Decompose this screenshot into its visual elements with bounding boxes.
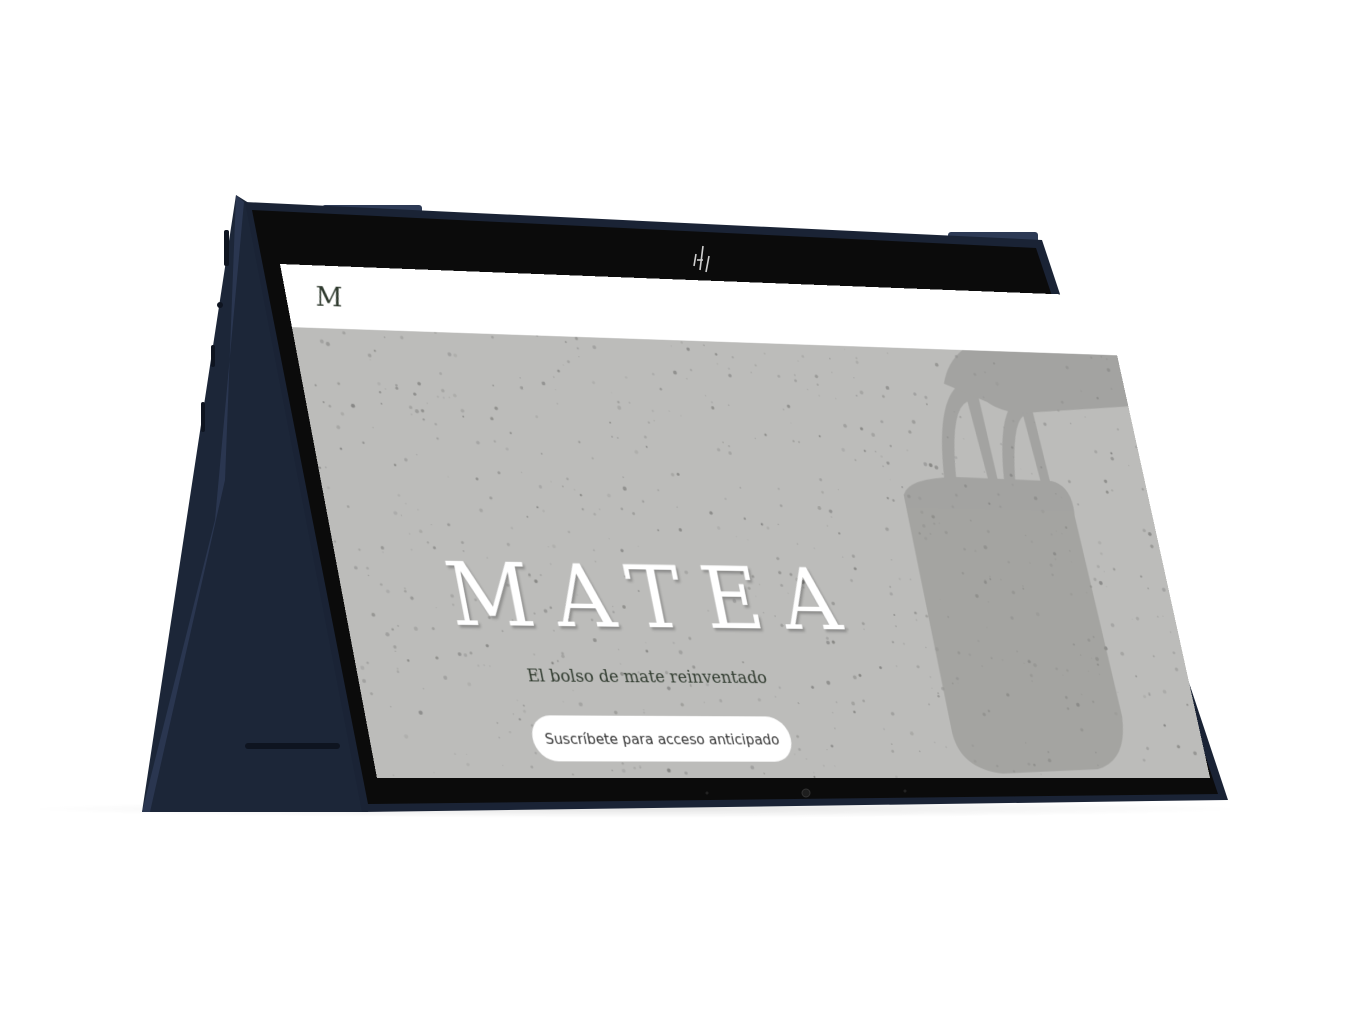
back-panel-vent [245,743,340,749]
sensor-right [903,789,907,793]
hero-title: MATEA [437,543,868,651]
device-mockup-scene: M MATEA El bolso de mate reinventado Sus… [0,0,1357,1018]
webcam-icon [801,788,811,798]
side-port-4 [201,402,205,432]
hero-subtitle: El bolso de mate reinventado [525,665,769,688]
sensor-left [705,791,709,795]
side-port-3 [211,345,215,367]
display-screen: M MATEA El bolso de mate reinventado Sus… [280,264,1211,779]
site-logo[interactable]: M [313,281,344,313]
side-port-2 [217,302,223,308]
website: M MATEA El bolso de mate reinventado Sus… [280,264,1211,779]
side-port-1 [224,230,229,266]
hero-section: MATEA El bolso de mate reinventado Suscr… [291,327,1211,779]
subscribe-button[interactable]: Suscríbete para acceso anticipado [528,715,796,762]
